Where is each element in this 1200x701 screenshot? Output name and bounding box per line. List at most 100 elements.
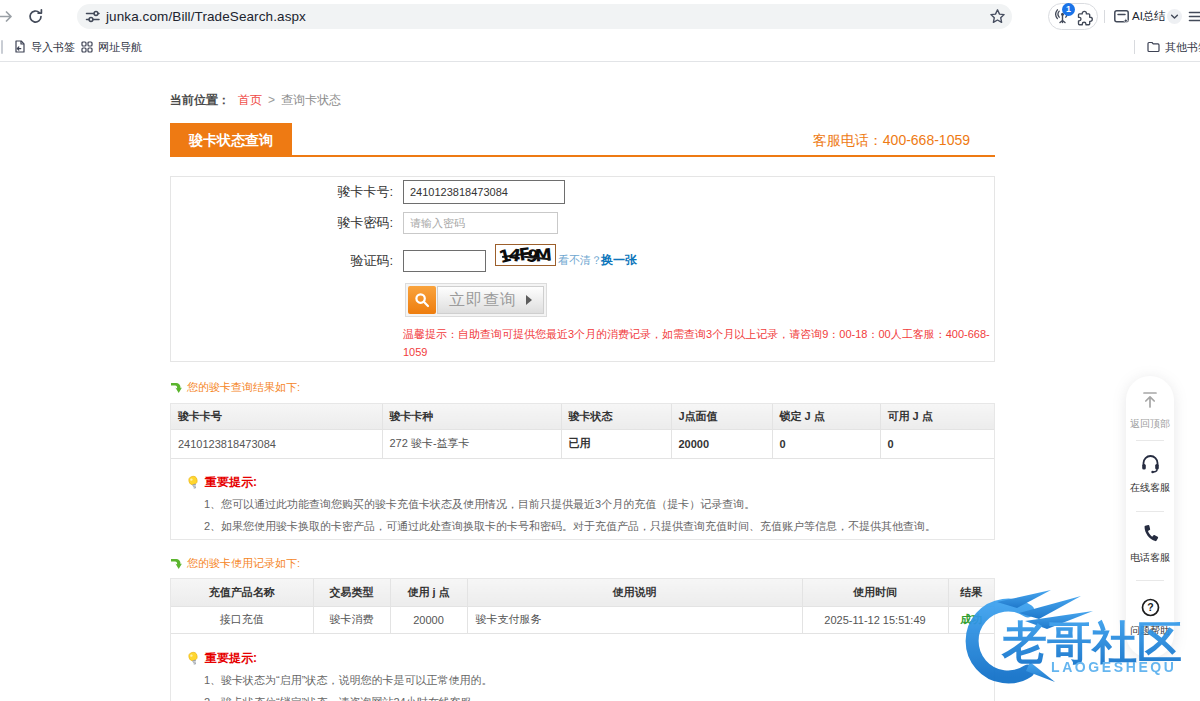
- submit-query-button[interactable]: 立即查询: [405, 283, 547, 317]
- result-tip-2: 2、如果您使用骏卡换取的卡密产品，可通过此处查询换取卡的卡号和密码。对于充值产品…: [204, 518, 984, 535]
- tab-bar: 骏卡状态查询 客服电话：400-668-1059: [170, 123, 995, 157]
- result-table-header-row: 骏卡卡号 骏卡卡种 骏卡状态 J点面值 锁定 J 点 可用 J 点: [171, 404, 994, 429]
- sidebar-divider: [1136, 580, 1164, 581]
- warm-notice-line1: 温馨提示：自助查询可提供您最近3个月的消费记录，如需查询3个月以上记录，请咨询9…: [403, 325, 990, 343]
- result-tips-title: 重要提示:: [205, 474, 257, 491]
- cell-card-type: 272 骏卡-益享卡: [382, 429, 561, 458]
- watermark-en-text: LAOGESHEQU: [1051, 659, 1177, 675]
- back-to-top-button[interactable]: 返回顶部: [1126, 390, 1174, 431]
- result-section-title-text: 您的骏卡查询结果如下:: [187, 380, 300, 395]
- col-card-status: 骏卡状态: [561, 404, 671, 429]
- bookmark-star-icon[interactable]: [989, 8, 1006, 25]
- ai-summary-icon[interactable]: [1113, 8, 1130, 25]
- col-points-used: 使用 j 点: [390, 579, 467, 606]
- captcha-refresh-link[interactable]: 换一张: [601, 252, 637, 269]
- submit-query-body: 立即查询: [437, 286, 544, 314]
- browser-toolbar: junka.com/Bill/TradeSearch.aspx 1 AI总结: [0, 0, 1200, 33]
- captcha-image[interactable]: 14F9M: [495, 244, 556, 266]
- breadcrumb: 当前位置：首页>查询卡状态: [170, 92, 341, 109]
- col-product-name: 充值产品名称: [171, 579, 313, 606]
- cell-card-number: 2410123818473084: [171, 429, 382, 458]
- bookmark-nav[interactable]: 网址导航: [81, 33, 142, 61]
- import-bookmark-icon: [13, 40, 26, 53]
- submit-arrow-icon: [526, 295, 532, 305]
- online-service-button[interactable]: 在线客服: [1126, 453, 1174, 495]
- folder-icon: [1147, 41, 1160, 53]
- extension-badge: 1: [1062, 3, 1075, 16]
- usage-tips-title: 重要提示:: [205, 650, 257, 667]
- back-to-top-icon: [1140, 390, 1160, 410]
- card-number-input[interactable]: [403, 180, 565, 204]
- url-bar[interactable]: junka.com/Bill/TradeSearch.aspx: [77, 4, 1012, 29]
- cell-trade-type: 骏卡消费: [313, 606, 390, 633]
- cell-points-used: 20000: [390, 606, 467, 633]
- cell-locked-points: 0: [772, 429, 880, 458]
- lightbulb-icon: [186, 651, 201, 666]
- warm-notice-line2: 1059: [403, 343, 990, 361]
- usage-section-title-text: 您的骏卡使用记录如下:: [187, 556, 300, 571]
- captcha-blur-hint: 看不清？: [558, 253, 602, 268]
- col-card-number: 骏卡卡号: [171, 404, 382, 429]
- help-button[interactable]: ? 问题帮助: [1126, 598, 1174, 638]
- sidebar-divider: [1136, 511, 1164, 512]
- cell-face-value: 20000: [671, 429, 772, 458]
- online-service-label: 在线客服: [1126, 481, 1174, 495]
- breadcrumb-label: 当前位置：: [170, 93, 230, 107]
- headset-icon: [1140, 453, 1161, 474]
- col-usage-desc: 使用说明: [467, 579, 802, 606]
- usage-section-title: 您的骏卡使用记录如下:: [170, 556, 300, 571]
- col-result: 结果: [948, 579, 994, 606]
- result-table: 骏卡卡号 骏卡卡种 骏卡状态 J点面值 锁定 J 点 可用 J 点 241012…: [171, 404, 994, 459]
- lightbulb-icon: [186, 475, 201, 490]
- breadcrumb-home-link[interactable]: 首页: [238, 93, 262, 107]
- captcha-label: 验证码:: [171, 250, 393, 272]
- search-icon: [408, 286, 436, 314]
- phone-service-button[interactable]: 电话客服: [1126, 524, 1174, 565]
- sidebar-divider: [1136, 440, 1164, 441]
- cell-available-points: 0: [880, 429, 994, 458]
- card-number-label: 骏卡卡号:: [171, 180, 393, 204]
- site-settings-icon[interactable]: [84, 8, 101, 25]
- warm-notice: 温馨提示：自助查询可提供您最近3个月的消费记录，如需查询3个月以上记录，请咨询9…: [403, 325, 990, 361]
- service-phone: 客服电话：400-668-1059: [813, 132, 970, 150]
- chevron-down-icon[interactable]: [1167, 9, 1182, 24]
- toolbar-separator: [1104, 10, 1105, 23]
- back-to-top-label: 返回顶部: [1126, 417, 1174, 431]
- green-arrow-icon: [170, 382, 182, 394]
- password-label: 骏卡密码:: [171, 212, 393, 234]
- usage-tip-1: 1、骏卡状态为“启用”状态，说明您的卡是可以正常使用的。: [204, 672, 984, 689]
- usage-box: 充值产品名称 交易类型 使用 j 点 使用说明 使用时间 结果 接口充值 骏卡消…: [170, 578, 995, 701]
- clipped-bookmark-divider: [1, 40, 3, 54]
- result-section-title: 您的骏卡查询结果如下:: [170, 380, 300, 395]
- bookmark-import[interactable]: 导入书签: [13, 33, 75, 61]
- cell-usage-time: 2025-11-12 15:51:49: [802, 606, 948, 633]
- url-text[interactable]: junka.com/Bill/TradeSearch.aspx: [106, 4, 306, 29]
- captcha-input[interactable]: [403, 250, 486, 272]
- result-table-row: 2410123818473084 272 骏卡-益享卡 已用 20000 0 0: [171, 429, 994, 458]
- menu-icon[interactable]: [1188, 8, 1200, 25]
- phone-service-label: 电话客服: [1126, 551, 1174, 565]
- reload-icon[interactable]: [27, 8, 44, 25]
- usage-table-row: 接口充值 骏卡消费 20000 骏卡支付服务 2025-11-12 15:51:…: [171, 606, 994, 633]
- result-tip-1: 1、您可以通过此功能查询您购买的骏卡充值卡状态及使用情况，目前只提供最近3个月的…: [204, 496, 984, 513]
- password-input[interactable]: [403, 212, 558, 234]
- col-usage-time: 使用时间: [802, 579, 948, 606]
- tab-card-status-query[interactable]: 骏卡状态查询: [170, 123, 292, 157]
- green-arrow-icon: [170, 558, 182, 570]
- breadcrumb-separator: >: [268, 93, 275, 107]
- phone-icon: [1140, 524, 1160, 544]
- grid-icon: [81, 41, 93, 53]
- usage-tips: 重要提示: 1、骏卡状态为“启用”状态，说明您的卡是可以正常使用的。 2、骏卡状…: [171, 634, 994, 701]
- other-bookmarks[interactable]: 其他书签: [1147, 33, 1200, 61]
- col-card-type: 骏卡卡种: [382, 404, 561, 429]
- ai-summary-label[interactable]: AI总结: [1132, 0, 1166, 33]
- col-face-value: J点面值: [671, 404, 772, 429]
- submit-query-label: 立即查询: [449, 290, 517, 311]
- usage-tip-2: 2、骏卡状态位“锁定”状态，请咨询网站24小时在线客服。: [204, 694, 984, 701]
- col-locked-points: 锁定 J 点: [772, 404, 880, 429]
- forward-icon[interactable]: [0, 8, 14, 25]
- result-tips: 重要提示: 1、您可以通过此功能查询您购买的骏卡充值卡状态及使用情况，目前只提供…: [171, 459, 994, 535]
- extensions-puzzle-icon[interactable]: [1076, 9, 1093, 26]
- cell-usage-desc: 骏卡支付服务: [467, 606, 802, 633]
- other-bookmarks-label: 其他书签: [1165, 41, 1200, 53]
